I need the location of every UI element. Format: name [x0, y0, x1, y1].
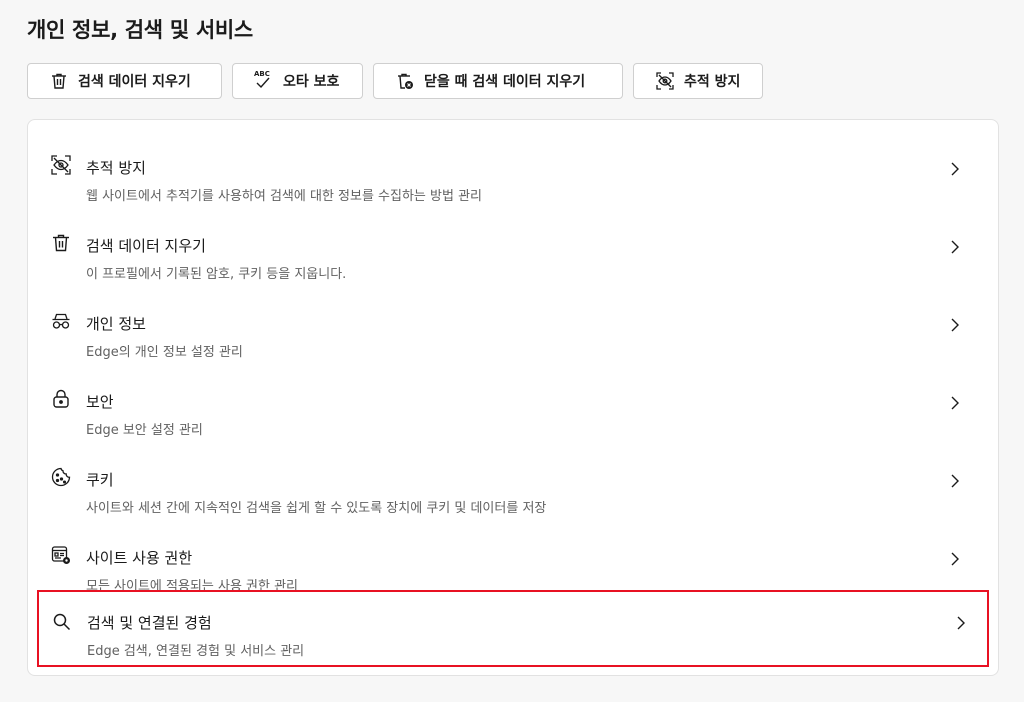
quick-button-label: 추적 방지 — [684, 74, 741, 90]
typo-protection-button[interactable]: ABC 오타 보호 — [232, 63, 363, 99]
item-description: 이 프로필에서 기록된 암호, 쿠키 등을 지웁니다. — [86, 267, 347, 282]
lock-icon — [50, 388, 72, 410]
cookie-icon — [50, 466, 72, 488]
chevron-right-icon — [948, 159, 962, 179]
item-title: 사이트 사용 권한 — [86, 549, 193, 567]
tracking-prevention-button[interactable]: 추적 방지 — [633, 63, 763, 99]
chevron-right-icon — [948, 471, 962, 491]
trash-icon — [48, 70, 70, 92]
settings-page: 개인 정보, 검색 및 서비스 검색 데이터 지우기 ABC 오타 보호 닫을 … — [0, 0, 1024, 702]
item-description: Edge의 개인 정보 설정 관리 — [86, 345, 243, 360]
quick-button-label: 오타 보호 — [283, 74, 340, 90]
settings-item-tracking-prevention[interactable]: 추적 방지 웹 사이트에서 추적기를 사용하여 검색에 대한 정보를 수집하는 … — [40, 135, 986, 211]
settings-item-clear-browsing-data[interactable]: 검색 데이터 지우기 이 프로필에서 기록된 암호, 쿠키 등을 지웁니다. — [40, 213, 986, 289]
item-title: 검색 및 연결된 경험 — [87, 614, 212, 632]
page-title: 개인 정보, 검색 및 서비스 — [27, 18, 253, 42]
item-title: 쿠키 — [86, 471, 114, 489]
quick-actions-bar: 검색 데이터 지우기 ABC 오타 보호 닫을 때 검색 데이터 지우기 추적 … — [27, 63, 763, 101]
search-icon — [51, 611, 73, 633]
chevron-right-icon — [954, 613, 968, 633]
chevron-right-icon — [948, 393, 962, 413]
item-description: 사이트와 세션 간에 지속적인 검색을 쉽게 할 수 있도록 장치에 쿠키 및 … — [86, 501, 547, 516]
chevron-right-icon — [948, 315, 962, 335]
item-title: 추적 방지 — [86, 159, 146, 177]
trash-icon — [50, 232, 72, 254]
clear-on-close-button[interactable]: 닫을 때 검색 데이터 지우기 — [373, 63, 623, 99]
incognito-icon — [50, 310, 72, 332]
settings-item-search-connected-experiences[interactable]: 검색 및 연결된 경험 Edge 검색, 연결된 경험 및 서비스 관리 — [37, 590, 989, 667]
settings-item-privacy[interactable]: 개인 정보 Edge의 개인 정보 설정 관리 — [40, 291, 986, 367]
trash-clock-icon — [394, 70, 416, 92]
item-description: 웹 사이트에서 추적기를 사용하여 검색에 대한 정보를 수집하는 방법 관리 — [86, 189, 482, 204]
site-permissions-icon — [50, 544, 72, 566]
settings-list-card: 추적 방지 웹 사이트에서 추적기를 사용하여 검색에 대한 정보를 수집하는 … — [27, 119, 999, 676]
tracking-prevention-icon — [50, 154, 72, 176]
chevron-right-icon — [948, 237, 962, 257]
quick-button-label: 검색 데이터 지우기 — [78, 74, 191, 90]
spellcheck-icon: ABC — [253, 70, 275, 92]
chevron-right-icon — [948, 549, 962, 569]
item-title: 검색 데이터 지우기 — [86, 237, 206, 255]
clear-browsing-data-button[interactable]: 검색 데이터 지우기 — [27, 63, 222, 99]
quick-button-label: 닫을 때 검색 데이터 지우기 — [424, 74, 586, 90]
item-title: 개인 정보 — [86, 315, 146, 333]
settings-item-cookies[interactable]: 쿠키 사이트와 세션 간에 지속적인 검색을 쉽게 할 수 있도록 장치에 쿠키… — [40, 447, 986, 523]
settings-item-security[interactable]: 보안 Edge 보안 설정 관리 — [40, 369, 986, 445]
tracking-prevention-icon — [654, 70, 676, 92]
item-title: 보안 — [86, 393, 114, 411]
item-description: Edge 검색, 연결된 경험 및 서비스 관리 — [87, 644, 305, 659]
item-description: Edge 보안 설정 관리 — [86, 423, 203, 438]
